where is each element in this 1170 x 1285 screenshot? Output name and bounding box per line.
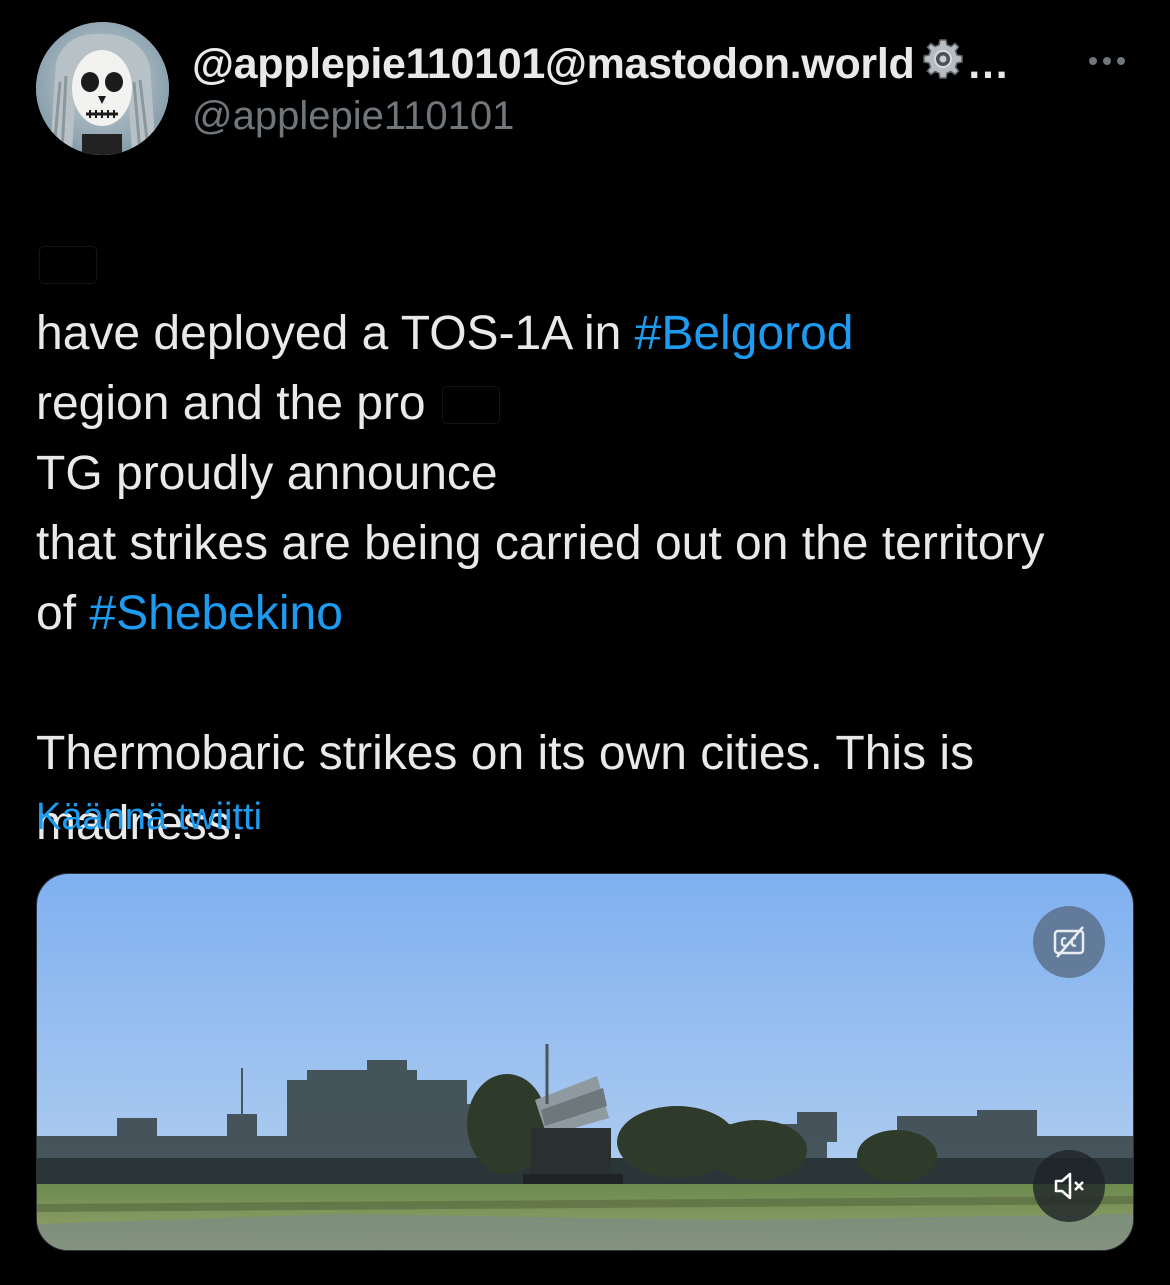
captions-off-icon (1053, 926, 1085, 958)
tweet-text: have deployed a TOS-1A in #Belgorod regi… (36, 229, 1136, 859)
author-display-name[interactable]: @applepie110101@mastodon.world … (192, 36, 1009, 93)
hashtag-shebekino[interactable]: #Shebekino (89, 587, 343, 640)
captions-button[interactable] (1033, 906, 1105, 978)
tweet-detail: @applepie110101@mastodon.world … @applep… (0, 0, 1170, 1285)
russia-flag-icon (40, 247, 96, 283)
more-dot (1103, 57, 1111, 65)
more-dot (1117, 57, 1125, 65)
author-handle[interactable]: @applepie110101 (192, 94, 514, 139)
mute-toggle-button[interactable] (1033, 1150, 1105, 1222)
tweet-text-segment: have deployed a TOS-1A in (36, 307, 635, 360)
russia-flag-icon (443, 387, 499, 423)
tweet-text-segment: of (36, 587, 90, 640)
tweet-line-2: region and the pro (36, 369, 1136, 439)
video-frame (37, 874, 1133, 1250)
tweet-line-3: that strikes are being carried out on th… (36, 517, 1045, 570)
name-ellipsis: … (966, 40, 1010, 88)
tweet-line-4: of #Shebekino (36, 579, 1136, 649)
hashtag-belgorod[interactable]: #Belgorod (635, 307, 854, 360)
more-horizontal-icon (1089, 57, 1097, 65)
skull-face-avatar (36, 22, 169, 155)
tweet-paragraph-2-line-1: Thermobaric strikes on its own cities. T… (36, 727, 975, 780)
tweet-text-segment: region and the pro (36, 377, 439, 430)
gear-icon (920, 36, 966, 93)
more-options-button[interactable] (1082, 44, 1132, 78)
volume-muted-icon (1054, 1172, 1084, 1200)
video-player[interactable] (36, 873, 1134, 1251)
tweet-text-segment: TG proudly announce (36, 447, 498, 500)
avatar[interactable] (36, 22, 169, 155)
translate-tweet-link[interactable]: Käännä twiitti (36, 796, 262, 839)
tweet-line-1 (36, 229, 1136, 299)
author-name-text: @applepie110101@mastodon.world (192, 40, 915, 88)
